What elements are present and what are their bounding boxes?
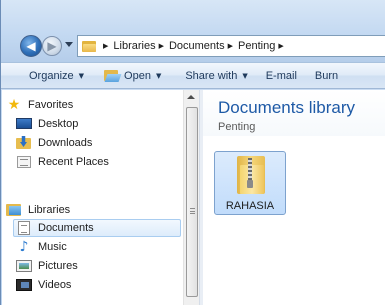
share-with-button[interactable]: Share with ▼ (179, 65, 253, 87)
sidebar-item-desktop[interactable]: Desktop (16, 115, 197, 133)
sidebar-item-downloads[interactable]: Downloads (16, 134, 197, 152)
back-arrow-icon: ◀ (26, 39, 36, 53)
address-row: ◀ ▶ ▶ Libraries ▶ Documents ▶ Penting ▶ (1, 0, 385, 62)
breadcrumb-chevron-icon[interactable]: ▶ (159, 42, 164, 50)
forward-arrow-icon: ▶ (47, 39, 57, 53)
address-bar[interactable]: ▶ Libraries ▶ Documents ▶ Penting ▶ (77, 35, 385, 57)
breadcrumb-chevron-icon[interactable]: ▶ (228, 42, 233, 50)
sidebar-item-documents[interactable]: Documents (13, 219, 181, 237)
chevron-down-icon: ▼ (242, 71, 248, 80)
music-icon: ♪ (19, 239, 29, 255)
navigation-pane: ★ Favorites Desktop Downloads Recent Pla… (2, 90, 199, 305)
email-label: E-mail (265, 69, 297, 82)
burn-label: Burn (314, 69, 339, 82)
sidebar-item-recent-places[interactable]: Recent Places (16, 153, 197, 171)
sidebar-item-videos[interactable]: Videos (16, 276, 197, 294)
open-button[interactable]: Open ▼ (98, 65, 167, 87)
documents-icon (16, 221, 32, 235)
breadcrumb-chevron-icon[interactable]: ▶ (278, 42, 283, 50)
open-label: Open (124, 69, 151, 82)
library-folder-icon (82, 40, 96, 52)
sidebar-item-label: Pictures (38, 260, 78, 272)
sidebar-item-music[interactable]: ♪ Music (16, 238, 197, 256)
sidebar-item-favorites[interactable]: ★ Favorites (6, 96, 187, 114)
scrollbar-thumb[interactable] (186, 107, 198, 297)
chevron-down-icon: ▼ (78, 71, 85, 80)
navigation-scrollbar[interactable] (183, 90, 199, 305)
sidebar-item-libraries[interactable]: Libraries (6, 201, 187, 219)
organize-label: Organize (29, 69, 74, 82)
file-item-label: RAHASIA (225, 200, 275, 212)
burn-button[interactable]: Burn (309, 65, 344, 87)
explorer-window: ◀ ▶ ▶ Libraries ▶ Documents ▶ Penting ▶ … (0, 0, 385, 305)
downloads-icon (16, 136, 32, 150)
breadcrumb-penting[interactable]: Penting (238, 40, 275, 52)
command-bar: Organize ▼ Open ▼ Share with ▼ E-mail Bu… (1, 62, 385, 89)
library-subtitle: Penting (218, 121, 256, 133)
libraries-icon (6, 203, 22, 217)
forward-button[interactable]: ▶ (42, 36, 62, 56)
desktop-icon (16, 117, 32, 131)
breadcrumb-libraries[interactable]: Libraries (113, 40, 155, 52)
share-with-label: Share with (185, 69, 238, 82)
sidebar-item-label: Music (38, 241, 67, 253)
sidebar-item-pictures[interactable]: Pictures (16, 257, 197, 275)
zip-folder-icon (237, 156, 265, 194)
sidebar-item-label: Recent Places (38, 156, 109, 168)
star-icon: ★ (7, 97, 21, 113)
sidebar-item-label: Documents (38, 222, 94, 234)
chevron-down-icon: ▼ (155, 71, 162, 80)
open-folder-icon (104, 69, 122, 82)
sidebar-item-label: Libraries (28, 204, 71, 216)
sidebar-item-label: Favorites (28, 99, 74, 111)
file-item[interactable]: RAHASIA (214, 151, 286, 215)
recent-pages-dropdown[interactable] (65, 42, 73, 47)
organize-button[interactable]: Organize ▼ (1, 65, 90, 87)
page-title: Documents library (218, 98, 355, 117)
email-button[interactable]: E-mail (260, 65, 303, 87)
sidebar-item-label: Videos (38, 279, 72, 291)
sidebar-item-label: Desktop (38, 118, 79, 130)
back-button[interactable]: ◀ (20, 35, 42, 57)
recent-places-icon (16, 155, 32, 169)
sidebar-item-label: Downloads (38, 137, 93, 149)
breadcrumb-chevron-icon[interactable]: ▶ (103, 42, 108, 50)
scroll-up-arrow-icon[interactable] (187, 95, 195, 99)
pictures-icon (16, 259, 32, 273)
grip-icon (190, 208, 195, 214)
videos-icon (16, 278, 32, 292)
breadcrumb-documents[interactable]: Documents (169, 40, 225, 52)
